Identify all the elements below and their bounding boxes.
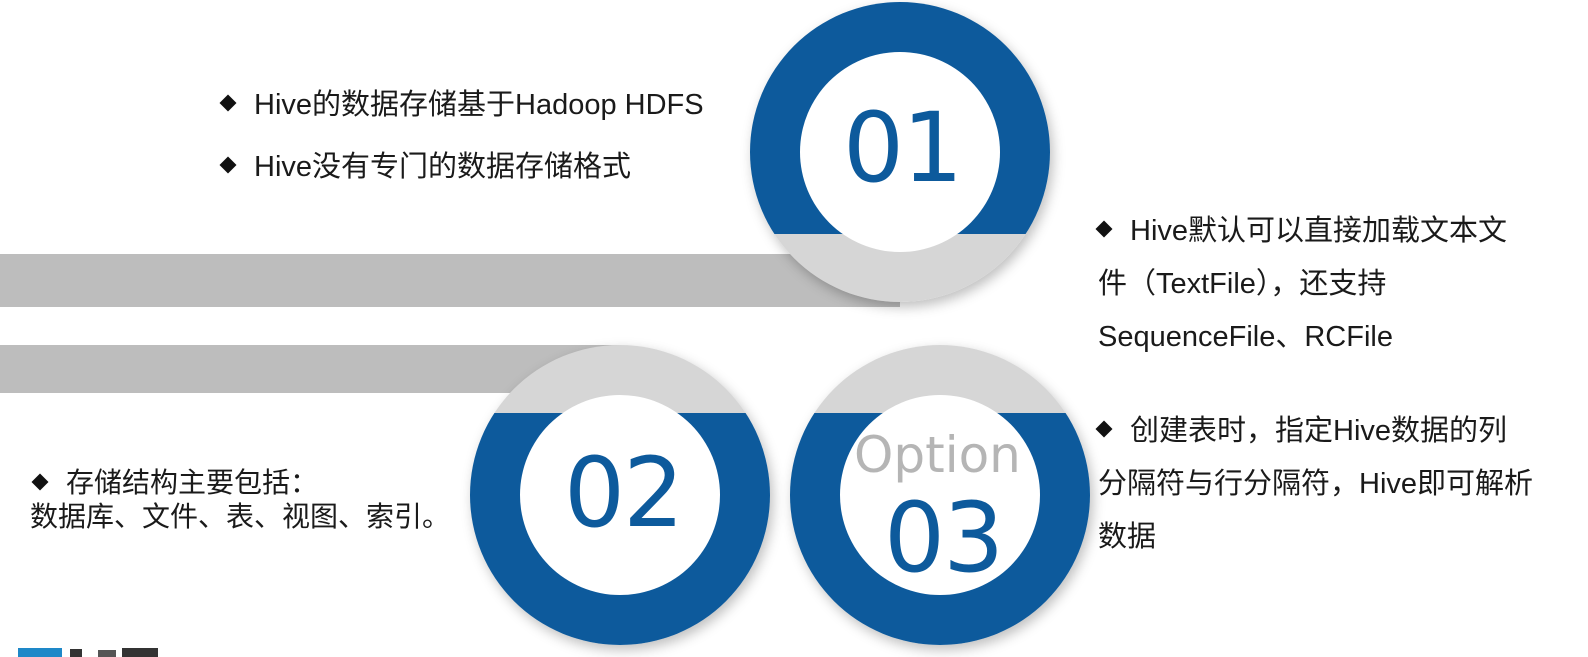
- bullet-text: Hive没有专门的数据存储格式: [254, 151, 632, 183]
- bullet-text: Hive的数据存储基于Hadoop HDFS: [254, 89, 704, 121]
- number-03: 03: [884, 482, 1004, 594]
- diamond-bullet-icon: [219, 156, 237, 174]
- number-01: 01: [843, 92, 963, 204]
- note-text: 创建表时，指定Hive数据的列: [1130, 415, 1508, 447]
- footer-logo-icon: [18, 648, 158, 657]
- bullet-line: Hive没有专门的数据存储格式: [219, 136, 704, 198]
- number-02: 02: [564, 437, 684, 549]
- diamond-bullet-icon: [31, 473, 49, 491]
- bullet-text: 存储结构主要包括：: [66, 467, 319, 498]
- diamond-bullet-icon: [219, 94, 237, 112]
- item-02-text: 存储结构主要包括： 数据库、文件、表、视图、索引。: [30, 466, 450, 534]
- bullet-line: 存储结构主要包括：: [30, 466, 450, 500]
- right-note-2: 创建表时，指定Hive数据的列 分隔符与行分隔符，Hive即可解析 数据: [1095, 405, 1534, 564]
- item-01-bullets: Hive的数据存储基于Hadoop HDFS Hive没有专门的数据存储格式: [219, 74, 704, 198]
- option-label: Option: [854, 426, 1021, 484]
- bullet-continuation: 数据库、文件、表、视图、索引。: [30, 501, 451, 532]
- note-line: 分隔符与行分隔符，Hive即可解析: [1098, 468, 1534, 500]
- note-line: 件（TextFile），还支持: [1098, 268, 1387, 300]
- note-line: SequenceFile、RCFile: [1098, 321, 1393, 353]
- bullet-line: Hive的数据存储基于Hadoop HDFS: [219, 74, 704, 136]
- note-line: Hive默认可以直接加载文本文: [1095, 205, 1508, 258]
- diamond-bullet-icon: [1095, 220, 1113, 238]
- right-note-1: Hive默认可以直接加载文本文 件（TextFile），还支持 Sequence…: [1095, 205, 1508, 364]
- note-line: 数据: [1098, 521, 1157, 553]
- diamond-bullet-icon: [1095, 420, 1113, 438]
- note-line: 创建表时，指定Hive数据的列: [1095, 405, 1533, 458]
- note-text: Hive默认可以直接加载文本文: [1130, 215, 1508, 247]
- connector-bar-top: [0, 254, 900, 307]
